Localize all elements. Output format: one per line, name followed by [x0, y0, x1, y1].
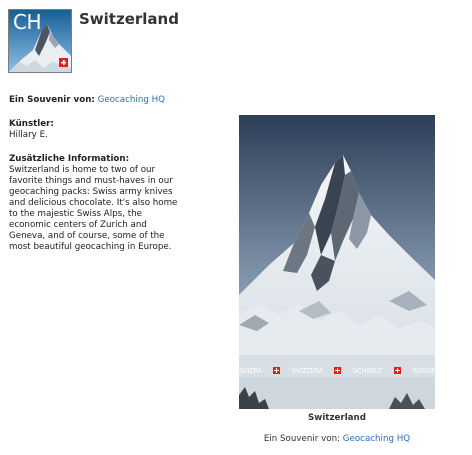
poster-byline-label: Ein Souvenir von: — [263, 434, 341, 444]
artist-label: Künstler: — [9, 119, 54, 129]
swiss-cross-icon — [334, 366, 342, 374]
poster-country-names: SVIZRA SVIZZERA SCHWEIZ SUISSE — [239, 363, 435, 377]
souvenir-source: Ein Souvenir von: Geocaching HQ — [9, 95, 181, 106]
page-title: Switzerland — [79, 10, 179, 28]
artist-name: Hillary E. — [9, 130, 48, 140]
souvenir-source-label: Ein Souvenir von: — [9, 95, 95, 105]
poster-word: SCHWEIZ — [352, 365, 383, 375]
info-section: Zusätzliche Information: Switzerland is … — [9, 154, 181, 253]
poster-word: SUISSE — [412, 365, 435, 375]
info-label: Zusätzliche Information: — [9, 154, 130, 164]
poster-byline-link[interactable]: Geocaching HQ — [343, 434, 410, 444]
artist-section: Künstler: Hillary E. — [9, 119, 181, 141]
swiss-cross-icon — [394, 366, 402, 374]
poster-word: SVIZZERA — [291, 365, 324, 375]
poster-caption: Switzerland — [308, 413, 366, 423]
souvenir-badge-icon: CH — [8, 9, 72, 73]
info-text: Switzerland is home to two of our favori… — [9, 165, 178, 252]
souvenir-source-link[interactable]: Geocaching HQ — [98, 95, 165, 105]
badge-country-code: CH — [13, 10, 42, 34]
poster-word: SVIZRA — [239, 365, 262, 375]
swiss-cross-icon — [273, 366, 281, 374]
souvenir-details: Ein Souvenir von: Geocaching HQ Künstler… — [9, 95, 181, 253]
souvenir-poster-image: SVIZRA SVIZZERA SCHWEIZ SUISSE — [239, 115, 435, 409]
poster-byline: Ein Souvenir von: Geocaching HQ — [239, 434, 435, 444]
